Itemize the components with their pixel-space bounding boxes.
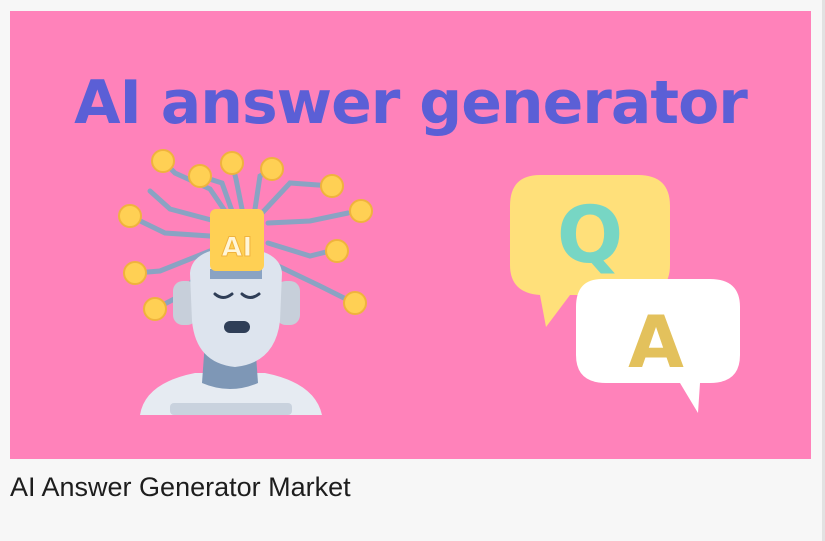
caption-title[interactable]: AI Answer Generator Market	[10, 470, 351, 504]
robot-chip-text: AI	[222, 232, 253, 263]
content-card[interactable]: AI answer generator AI Q A AI Answer Gen…	[0, 0, 825, 541]
robot-head-icon: AI	[118, 149, 373, 415]
banner-illustration: AI Q A	[118, 149, 740, 415]
question-letter: Q	[557, 191, 623, 281]
answer-letter: A	[628, 300, 684, 384]
banner-image[interactable]: AI answer generator AI Q A	[10, 11, 811, 459]
answer-speech-bubble-icon: A	[576, 279, 740, 413]
